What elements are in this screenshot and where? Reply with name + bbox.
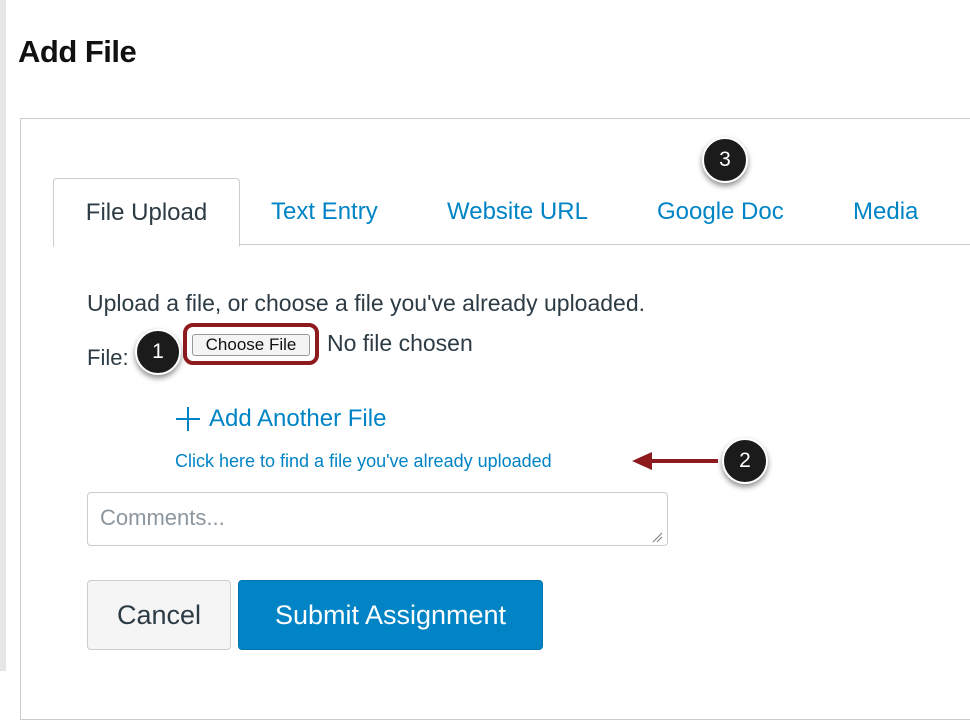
- file-label: File:: [87, 345, 129, 370]
- callout-2: 2: [722, 438, 768, 484]
- cancel-button[interactable]: Cancel: [87, 580, 231, 650]
- choose-file-highlight: Choose File: [183, 323, 319, 365]
- upload-instructions: Upload a file, or choose a file you've a…: [87, 290, 646, 316]
- find-uploaded-file-link[interactable]: Click here to find a file you've already…: [175, 451, 552, 472]
- plus-icon: [176, 407, 200, 431]
- page-title: Add File: [18, 34, 137, 69]
- arrow-left-icon: [632, 452, 718, 470]
- tab-text-entry[interactable]: Text Entry: [271, 178, 378, 244]
- comments-field[interactable]: [87, 492, 668, 546]
- resize-grip-icon[interactable]: [651, 531, 663, 543]
- tab-website-url[interactable]: Website URL: [447, 178, 588, 244]
- submit-assignment-button[interactable]: Submit Assignment: [238, 580, 543, 650]
- no-file-chosen-text: No file chosen: [327, 330, 473, 356]
- add-another-file-link[interactable]: Add Another File: [175, 405, 386, 433]
- tab-media[interactable]: Media: [853, 178, 918, 244]
- callout-1: 1: [135, 329, 181, 375]
- left-border: [0, 0, 6, 671]
- add-another-file-label: Add Another File: [209, 405, 387, 432]
- choose-file-button[interactable]: Choose File: [192, 334, 310, 356]
- tab-google-doc[interactable]: Google Doc: [657, 178, 784, 244]
- callout-3: 3: [702, 137, 748, 183]
- submission-tabs: File Upload Text Entry Website URL Googl…: [53, 178, 970, 247]
- tab-file-upload[interactable]: File Upload: [53, 178, 240, 247]
